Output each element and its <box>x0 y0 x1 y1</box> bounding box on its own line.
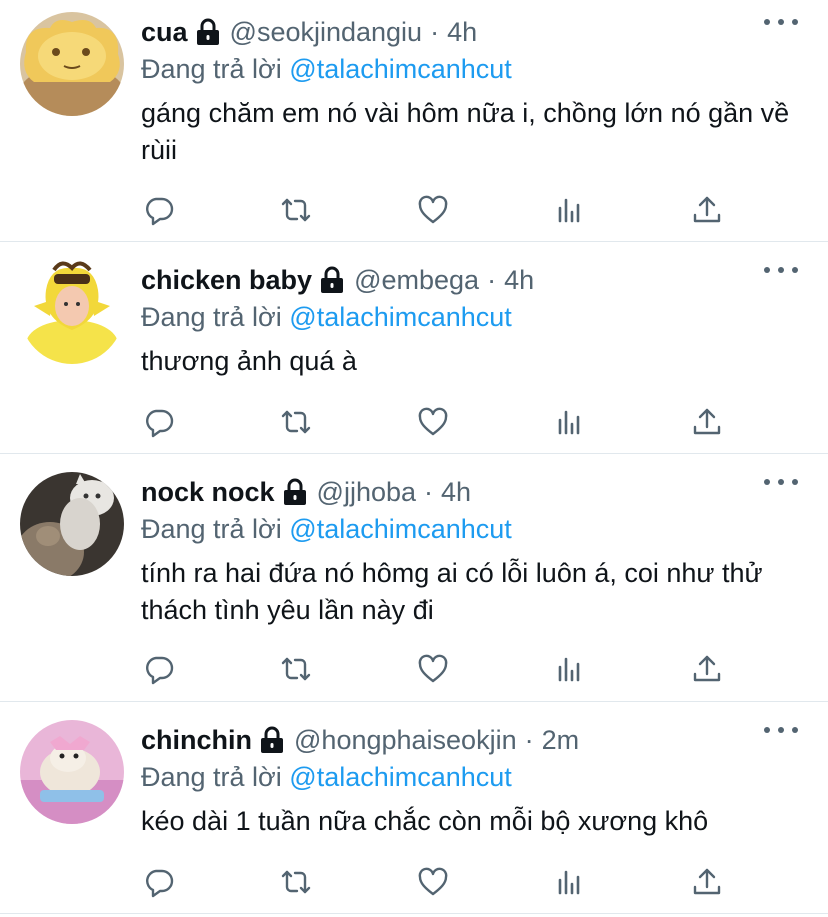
reply-icon[interactable] <box>141 192 177 228</box>
tweet-header: cua @seokjindangiu · 4h <box>141 14 808 50</box>
reply-mention-link[interactable]: @talachimcanhcut <box>289 514 512 544</box>
replying-to: Đang trả lời @talachimcanhcut <box>141 759 808 795</box>
replying-to: Đang trả lời @talachimcanhcut <box>141 51 808 87</box>
avatar[interactable] <box>20 260 124 364</box>
timestamp[interactable]: 2m <box>542 722 580 758</box>
lock-icon <box>282 478 308 506</box>
tweet[interactable]: cua @seokjindangiu · 4h Đang trả lời @ta… <box>0 0 828 242</box>
reply-icon[interactable] <box>141 651 177 687</box>
avatar[interactable] <box>20 472 124 576</box>
tweet-header: chicken baby @embega · 4h <box>141 262 808 298</box>
reply-icon[interactable] <box>141 864 177 900</box>
action-bar <box>141 864 731 900</box>
action-bar <box>141 192 731 228</box>
reply-mention-link[interactable]: @talachimcanhcut <box>289 302 512 332</box>
separator-dot: · <box>424 477 434 507</box>
analytics-icon[interactable] <box>552 651 588 687</box>
share-icon[interactable] <box>689 192 725 228</box>
display-name[interactable]: chicken baby <box>141 262 312 298</box>
like-icon[interactable] <box>415 651 451 687</box>
replying-to: Đang trả lời @talachimcanhcut <box>141 511 808 547</box>
reply-prefix: Đang trả lời <box>141 54 282 84</box>
reply-prefix: Đang trả lời <box>141 762 282 792</box>
lock-icon <box>319 266 345 294</box>
like-icon[interactable] <box>415 864 451 900</box>
reply-prefix: Đang trả lời <box>141 514 282 544</box>
action-bar <box>141 404 731 440</box>
tweet-text: kéo dài 1 tuần nữa chắc còn mỗi bộ xương… <box>141 806 709 836</box>
display-name[interactable]: nock nock <box>141 474 275 510</box>
tweet-header: nock nock @jjhoba · 4h <box>141 474 808 510</box>
separator-dot: · <box>524 725 534 755</box>
tweet-header: chinchin @hongphaiseokjin · 2m <box>141 722 808 758</box>
retweet-icon[interactable] <box>278 651 314 687</box>
user-handle[interactable]: @embega <box>354 262 479 298</box>
tweet[interactable]: chinchin @hongphaiseokjin · 2m Đang trả … <box>0 702 828 914</box>
avatar[interactable] <box>20 12 124 116</box>
avatar[interactable] <box>20 720 124 824</box>
share-icon[interactable] <box>689 864 725 900</box>
analytics-icon[interactable] <box>552 192 588 228</box>
tweet-text: thương ảnh quá à <box>141 346 357 376</box>
more-icon[interactable] <box>764 10 798 34</box>
display-name[interactable]: cua <box>141 14 188 50</box>
lock-icon <box>259 726 285 754</box>
timestamp[interactable]: 4h <box>441 474 471 510</box>
reply-prefix: Đang trả lời <box>141 302 282 332</box>
tweet-text: gáng chăm em nó vài hôm nữa i, chồng lớn… <box>141 98 790 165</box>
timestamp[interactable]: 4h <box>504 262 534 298</box>
retweet-icon[interactable] <box>278 864 314 900</box>
reply-icon[interactable] <box>141 404 177 440</box>
more-icon[interactable] <box>764 718 798 742</box>
analytics-icon[interactable] <box>552 864 588 900</box>
separator-dot: · <box>430 17 440 47</box>
reply-mention-link[interactable]: @talachimcanhcut <box>289 762 512 792</box>
action-bar <box>141 651 731 687</box>
replying-to: Đang trả lời @talachimcanhcut <box>141 299 808 335</box>
retweet-icon[interactable] <box>278 192 314 228</box>
analytics-icon[interactable] <box>552 404 588 440</box>
separator-dot: · <box>487 265 497 295</box>
timestamp[interactable]: 4h <box>447 14 477 50</box>
tweet[interactable]: nock nock @jjhoba · 4h Đang trả lời @tal… <box>0 454 828 702</box>
more-icon[interactable] <box>764 258 798 282</box>
lock-icon <box>195 18 221 46</box>
tweet-text: tính ra hai đứa nó hômg ai có lỗi luôn á… <box>141 558 763 625</box>
share-icon[interactable] <box>689 404 725 440</box>
user-handle[interactable]: @jjhoba <box>317 474 416 510</box>
share-icon[interactable] <box>689 651 725 687</box>
display-name[interactable]: chinchin <box>141 722 252 758</box>
tweet[interactable]: chicken baby @embega · 4h Đang trả lời @… <box>0 242 828 454</box>
more-icon[interactable] <box>764 470 798 494</box>
user-handle[interactable]: @seokjindangiu <box>230 14 423 50</box>
like-icon[interactable] <box>415 404 451 440</box>
like-icon[interactable] <box>415 192 451 228</box>
reply-mention-link[interactable]: @talachimcanhcut <box>289 54 512 84</box>
retweet-icon[interactable] <box>278 404 314 440</box>
user-handle[interactable]: @hongphaiseokjin <box>294 722 517 758</box>
